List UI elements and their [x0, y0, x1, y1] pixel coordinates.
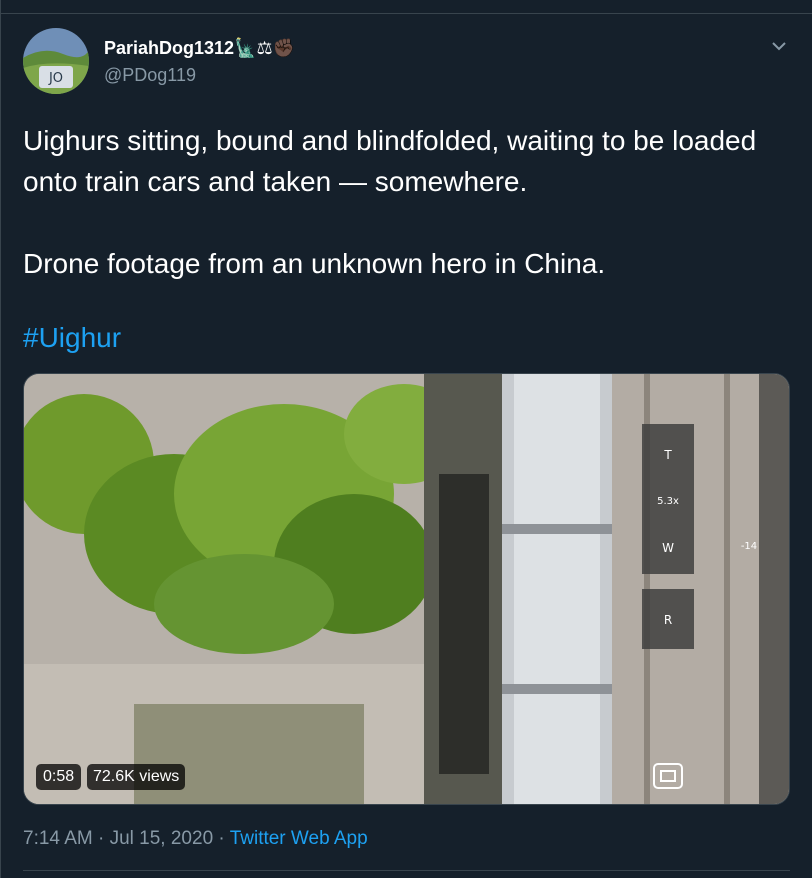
tweet-card: JO PariahDog1312🗽⚖✊🏿 @PDog119 Uighurs si…	[0, 0, 812, 878]
hud-wide-label: W	[662, 541, 674, 555]
user-handle[interactable]: @PDog119	[104, 65, 196, 86]
meta-separator: ·	[213, 828, 230, 849]
hud-side-label: -14	[741, 541, 757, 552]
tweet-text-line: Uighurs sitting, bound and blindfolded, …	[23, 125, 757, 197]
video-duration-badge: 0:58	[36, 764, 82, 790]
hashtag-link[interactable]: #Uighur	[23, 322, 121, 354]
video-player[interactable]: T 5.3x W R -14	[23, 373, 790, 805]
tweet-date[interactable]: Jul 15, 2020	[110, 828, 214, 849]
tweet-time[interactable]: 7:14 AM	[23, 828, 93, 849]
display-name[interactable]: PariahDog1312🗽⚖✊🏿	[104, 38, 295, 59]
bottom-divider	[23, 870, 790, 871]
chevron-down-icon[interactable]	[767, 34, 791, 58]
tweet-source-link[interactable]: Twitter Web App	[230, 828, 368, 849]
avatar[interactable]: JO	[23, 28, 89, 94]
tweet-meta: 7:14 AM · Jul 15, 2020 · Twitter Web App	[23, 828, 368, 850]
tweet-text: Uighurs sitting, bound and blindfolded, …	[23, 120, 783, 284]
avatar-label: JO	[48, 71, 63, 86]
meta-separator: ·	[92, 828, 110, 849]
top-divider	[1, 13, 812, 14]
tweet-text-line: Drone footage from an unknown hero in Ch…	[23, 248, 606, 279]
hud-tele-label: T	[663, 448, 672, 462]
video-views-badge: 72.6K views	[87, 764, 186, 790]
hud-r-label: R	[664, 613, 672, 627]
hud-zoom-label: 5.3x	[657, 496, 679, 507]
